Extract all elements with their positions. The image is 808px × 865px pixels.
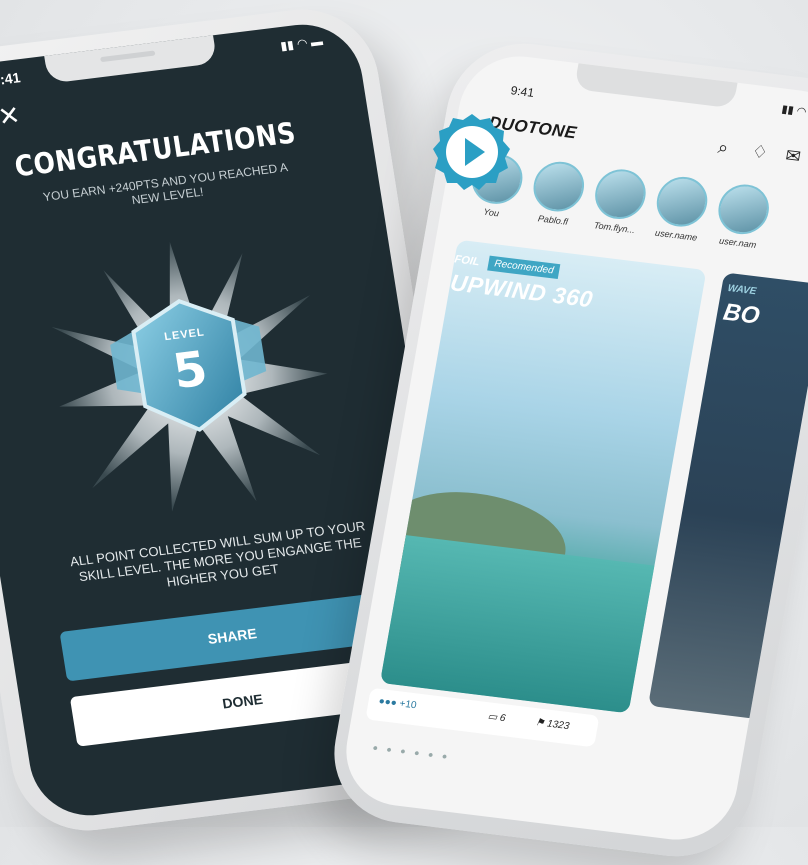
avatar-count: +10 [398,698,418,712]
bell-icon[interactable]: ♢ [750,141,770,164]
sea-image [379,535,655,714]
level-message: ALL POINT COLLECTED WILL SUM UP TO YOUR … [68,518,367,590]
story-item[interactable]: Pablo.fl [522,158,593,228]
comments-value: 6 [498,712,507,725]
avatar-stack[interactable]: ●●● +10 [378,696,418,711]
card-category: WAVE [726,282,758,298]
feed-screen: 9:41 ▮▮ ◠ ▬ DUOTONE ⌕ ♢ ✉ You Pablo.fl T… [337,49,808,847]
status-icons: ▮▮ ◠ ▬ [279,34,324,54]
story-item[interactable]: Tom.flyn... [584,166,655,236]
avatar [714,181,773,237]
search-icon[interactable]: ⌕ [716,137,730,159]
story-name: You [482,206,500,219]
card-category: FOIL [453,253,481,269]
card-title: UPWIND 360 [448,269,596,313]
avatar [529,158,588,215]
mail-icon[interactable]: ✉ [784,145,802,168]
close-icon[interactable]: ✕ [0,100,22,133]
story-name: user.nam [718,235,758,250]
play-icon[interactable] [432,112,512,192]
status-time: 9:41 [509,83,536,100]
card-title: BO [721,298,762,330]
story-name: Tom.flyn... [593,220,636,236]
pagination-dots[interactable]: ● ● ● ● ● ● [372,742,451,761]
story-item[interactable]: user.nam [707,181,778,251]
flags-count[interactable]: ⚑ 1323 [534,717,570,732]
avatar [652,174,712,230]
status-icons: ▮▮ ◠ ▬ [780,103,808,120]
flags-value: 1323 [546,718,571,733]
status-time: 9:41 [0,69,22,89]
comments-count[interactable]: ▭ 6 [487,711,507,724]
avatar [591,166,650,222]
story-name: Pablo.fl [537,213,569,227]
story-item[interactable]: user.name [645,173,716,243]
story-name: user.name [654,227,698,243]
level-number: 5 [169,340,212,401]
level-badge: LEVEL 5 [36,226,346,526]
training-card[interactable]: FOIL Recomended UPWIND 360 [379,239,707,714]
